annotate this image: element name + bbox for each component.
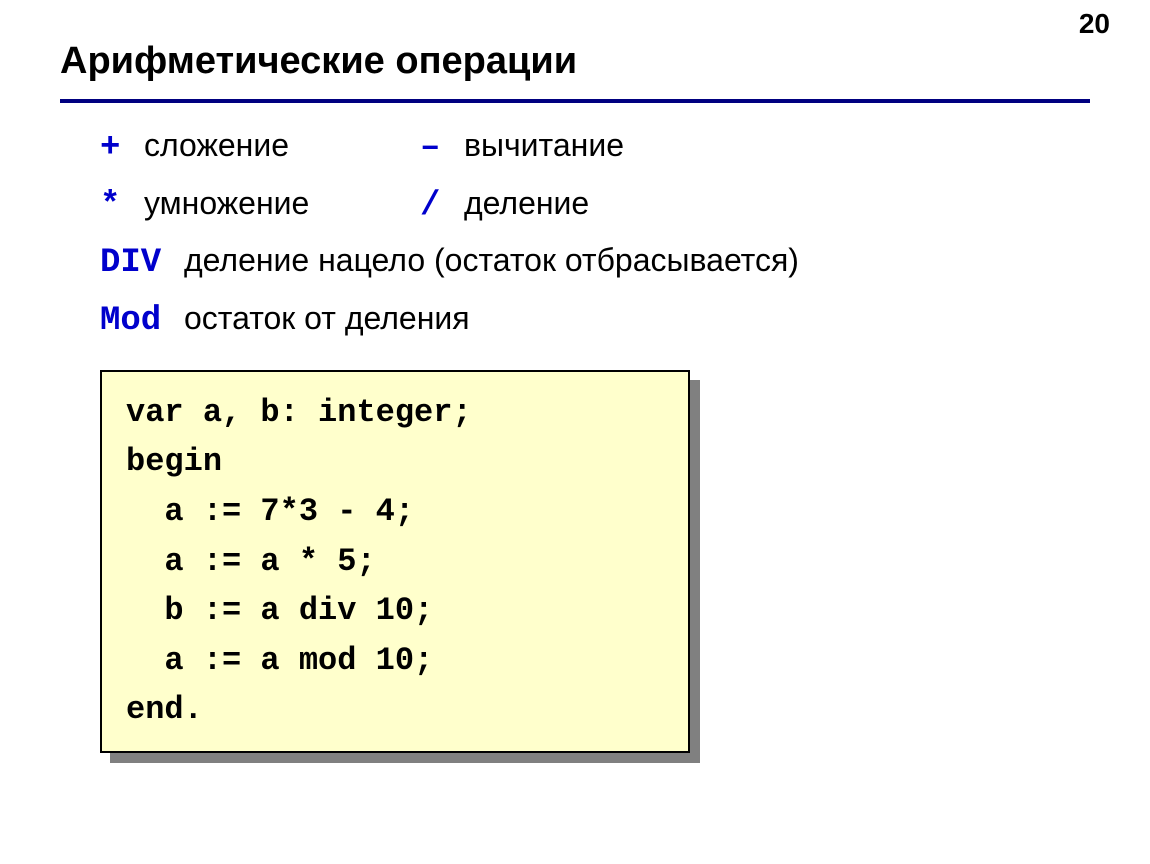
mod-symbol: Mod — [100, 295, 184, 348]
op-times: * умножение — [100, 179, 420, 233]
div-symbol: DIV — [100, 237, 184, 290]
times-label: умножение — [144, 179, 309, 229]
slide-title: Арифметические операции — [0, 0, 1150, 93]
plus-symbol: + — [100, 122, 144, 175]
op-row-4: Mod остаток от деления — [100, 294, 1090, 348]
page-number: 20 — [1079, 8, 1110, 40]
op-plus: + сложение — [100, 121, 420, 175]
op-div: DIV деление нацело (остаток отбрасываетс… — [100, 236, 799, 290]
divide-label: деление — [464, 179, 589, 229]
op-row-2: * умножение / деление — [100, 179, 1090, 233]
plus-label: сложение — [144, 121, 289, 171]
op-mod: Mod остаток от деления — [100, 294, 470, 348]
slide: 20 Арифметические операции + сложение – … — [0, 0, 1150, 864]
div-label: деление нацело (остаток отбрасывается) — [184, 236, 799, 286]
divide-symbol: / — [420, 180, 464, 233]
minus-label: вычитание — [464, 121, 624, 171]
code-box: var a, b: integer; begin a := 7*3 - 4; a… — [100, 370, 690, 753]
minus-symbol: – — [420, 122, 464, 175]
code-block: var a, b: integer; begin a := 7*3 - 4; a… — [100, 370, 690, 753]
times-symbol: * — [100, 180, 144, 233]
mod-label: остаток от деления — [184, 294, 470, 344]
op-minus: – вычитание — [420, 121, 624, 175]
op-divide: / деление — [420, 179, 589, 233]
op-row-1: + сложение – вычитание — [100, 121, 1090, 175]
op-row-3: DIV деление нацело (остаток отбрасываетс… — [100, 236, 1090, 290]
content-area: + сложение – вычитание * умножение / дел… — [0, 103, 1150, 753]
